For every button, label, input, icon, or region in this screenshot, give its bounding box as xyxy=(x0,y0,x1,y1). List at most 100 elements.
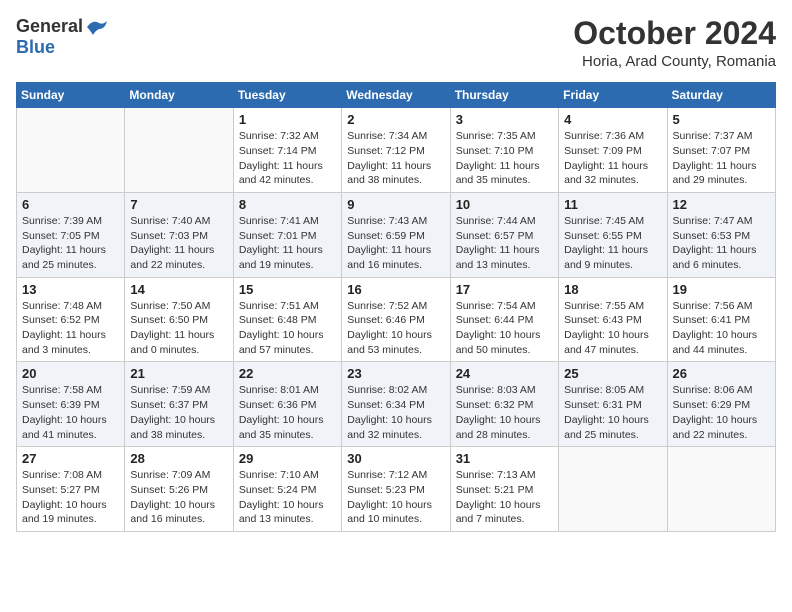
logo: General Blue xyxy=(16,16,109,58)
day-number: 1 xyxy=(239,112,336,127)
location-title: Horia, Arad County, Romania xyxy=(573,53,776,70)
day-info: Sunrise: 7:09 AMSunset: 5:26 PMDaylight:… xyxy=(130,468,227,527)
calendar-cell: 23Sunrise: 8:02 AMSunset: 6:34 PMDayligh… xyxy=(342,362,450,447)
day-info: Sunrise: 7:44 AMSunset: 6:57 PMDaylight:… xyxy=(456,214,553,273)
day-number: 3 xyxy=(456,112,553,127)
calendar-cell: 12Sunrise: 7:47 AMSunset: 6:53 PMDayligh… xyxy=(667,192,775,277)
calendar-cell: 4 Sunrise: 7:36 AMSunset: 7:09 PMDaylight… xyxy=(559,108,667,193)
calendar-cell: 2 Sunrise: 7:34 AMSunset: 7:12 PMDaylight… xyxy=(342,108,450,193)
day-number: 21 xyxy=(130,366,227,381)
column-header-saturday: Saturday xyxy=(667,83,775,108)
calendar-cell xyxy=(125,108,233,193)
day-number: 15 xyxy=(239,282,336,297)
calendar-cell: 29 Sunrise: 7:10 AMSunset: 5:24 PMDayligh… xyxy=(233,447,341,532)
calendar-table: SundayMondayTuesdayWednesdayThursdayFrid… xyxy=(16,82,776,532)
day-info: Sunrise: 8:01 AMSunset: 6:36 PMDaylight:… xyxy=(239,383,336,442)
calendar-cell: 17Sunrise: 7:54 AMSunset: 6:44 PMDayligh… xyxy=(450,277,558,362)
calendar-week-row: 27 Sunrise: 7:08 AMSunset: 5:27 PMDayligh… xyxy=(17,447,776,532)
day-info: Sunrise: 7:36 AMSunset: 7:09 PMDaylight:… xyxy=(564,129,661,188)
day-number: 26 xyxy=(673,366,770,381)
day-number: 19 xyxy=(673,282,770,297)
day-info: Sunrise: 7:43 AMSunset: 6:59 PMDaylight:… xyxy=(347,214,444,273)
day-info: Sunrise: 7:35 AMSunset: 7:10 PMDaylight:… xyxy=(456,129,553,188)
logo-blue-text: Blue xyxy=(16,37,55,58)
day-info: Sunrise: 7:32 AMSunset: 7:14 PMDaylight:… xyxy=(239,129,336,188)
day-info: Sunrise: 7:37 AMSunset: 7:07 PMDaylight:… xyxy=(673,129,770,188)
day-info: Sunrise: 7:58 AMSunset: 6:39 PMDaylight:… xyxy=(22,383,119,442)
day-number: 6 xyxy=(22,197,119,212)
day-number: 29 xyxy=(239,451,336,466)
calendar-cell: 13Sunrise: 7:48 AMSunset: 6:52 PMDayligh… xyxy=(17,277,125,362)
day-info: Sunrise: 8:05 AMSunset: 6:31 PMDaylight:… xyxy=(564,383,661,442)
calendar-cell: 10 Sunrise: 7:44 AMSunset: 6:57 PMDayligh… xyxy=(450,192,558,277)
calendar-cell: 27 Sunrise: 7:08 AMSunset: 5:27 PMDayligh… xyxy=(17,447,125,532)
calendar-cell: 3 Sunrise: 7:35 AMSunset: 7:10 PMDaylight… xyxy=(450,108,558,193)
day-info: Sunrise: 7:51 AMSunset: 6:48 PMDaylight:… xyxy=(239,299,336,358)
calendar-cell: 5 Sunrise: 7:37 AMSunset: 7:07 PMDaylight… xyxy=(667,108,775,193)
calendar-cell: 7 Sunrise: 7:40 AMSunset: 7:03 PMDaylight… xyxy=(125,192,233,277)
header: General Blue October 2024 Horia, Arad Co… xyxy=(16,16,776,70)
day-info: Sunrise: 7:12 AMSunset: 5:23 PMDaylight:… xyxy=(347,468,444,527)
day-number: 9 xyxy=(347,197,444,212)
day-number: 31 xyxy=(456,451,553,466)
day-info: Sunrise: 8:03 AMSunset: 6:32 PMDaylight:… xyxy=(456,383,553,442)
day-info: Sunrise: 7:59 AMSunset: 6:37 PMDaylight:… xyxy=(130,383,227,442)
day-number: 25 xyxy=(564,366,661,381)
calendar-cell: 15 Sunrise: 7:51 AMSunset: 6:48 PMDayligh… xyxy=(233,277,341,362)
calendar-cell: 20 Sunrise: 7:58 AMSunset: 6:39 PMDayligh… xyxy=(17,362,125,447)
calendar-cell: 16 Sunrise: 7:52 AMSunset: 6:46 PMDayligh… xyxy=(342,277,450,362)
logo-general-text: General xyxy=(16,16,83,37)
column-header-thursday: Thursday xyxy=(450,83,558,108)
month-title: October 2024 xyxy=(573,16,776,51)
calendar-week-row: 1 Sunrise: 7:32 AMSunset: 7:14 PMDaylight… xyxy=(17,108,776,193)
calendar-header-row: SundayMondayTuesdayWednesdayThursdayFrid… xyxy=(17,83,776,108)
calendar-cell: 1 Sunrise: 7:32 AMSunset: 7:14 PMDaylight… xyxy=(233,108,341,193)
calendar-cell: 25 Sunrise: 8:05 AMSunset: 6:31 PMDayligh… xyxy=(559,362,667,447)
day-number: 11 xyxy=(564,197,661,212)
logo-bird-icon xyxy=(85,17,109,37)
column-header-tuesday: Tuesday xyxy=(233,83,341,108)
day-number: 7 xyxy=(130,197,227,212)
day-number: 10 xyxy=(456,197,553,212)
day-info: Sunrise: 7:10 AMSunset: 5:24 PMDaylight:… xyxy=(239,468,336,527)
day-number: 24 xyxy=(456,366,553,381)
day-info: Sunrise: 7:34 AMSunset: 7:12 PMDaylight:… xyxy=(347,129,444,188)
day-number: 27 xyxy=(22,451,119,466)
day-number: 2 xyxy=(347,112,444,127)
calendar-cell xyxy=(559,447,667,532)
calendar-cell xyxy=(17,108,125,193)
day-number: 20 xyxy=(22,366,119,381)
calendar-cell xyxy=(667,447,775,532)
day-number: 28 xyxy=(130,451,227,466)
day-info: Sunrise: 7:45 AMSunset: 6:55 PMDaylight:… xyxy=(564,214,661,273)
day-info: Sunrise: 8:06 AMSunset: 6:29 PMDaylight:… xyxy=(673,383,770,442)
calendar-cell: 14Sunrise: 7:50 AMSunset: 6:50 PMDayligh… xyxy=(125,277,233,362)
day-info: Sunrise: 7:55 AMSunset: 6:43 PMDaylight:… xyxy=(564,299,661,358)
title-block: October 2024 Horia, Arad County, Romania xyxy=(573,16,776,70)
calendar-cell: 31Sunrise: 7:13 AMSunset: 5:21 PMDayligh… xyxy=(450,447,558,532)
calendar-cell: 19 Sunrise: 7:56 AMSunset: 6:41 PMDayligh… xyxy=(667,277,775,362)
day-info: Sunrise: 7:52 AMSunset: 6:46 PMDaylight:… xyxy=(347,299,444,358)
column-header-monday: Monday xyxy=(125,83,233,108)
day-info: Sunrise: 7:56 AMSunset: 6:41 PMDaylight:… xyxy=(673,299,770,358)
page: General Blue October 2024 Horia, Arad Co… xyxy=(0,0,792,612)
day-info: Sunrise: 7:47 AMSunset: 6:53 PMDaylight:… xyxy=(673,214,770,273)
calendar-cell: 8 Sunrise: 7:41 AMSunset: 7:01 PMDaylight… xyxy=(233,192,341,277)
calendar-cell: 21 Sunrise: 7:59 AMSunset: 6:37 PMDayligh… xyxy=(125,362,233,447)
day-number: 5 xyxy=(673,112,770,127)
day-info: Sunrise: 7:08 AMSunset: 5:27 PMDaylight:… xyxy=(22,468,119,527)
day-number: 23 xyxy=(347,366,444,381)
day-info: Sunrise: 7:40 AMSunset: 7:03 PMDaylight:… xyxy=(130,214,227,273)
calendar-cell: 26 Sunrise: 8:06 AMSunset: 6:29 PMDayligh… xyxy=(667,362,775,447)
day-number: 18 xyxy=(564,282,661,297)
calendar-cell: 18 Sunrise: 7:55 AMSunset: 6:43 PMDayligh… xyxy=(559,277,667,362)
day-number: 4 xyxy=(564,112,661,127)
day-number: 8 xyxy=(239,197,336,212)
calendar-week-row: 6Sunrise: 7:39 AMSunset: 7:05 PMDaylight… xyxy=(17,192,776,277)
day-number: 16 xyxy=(347,282,444,297)
day-info: Sunrise: 7:41 AMSunset: 7:01 PMDaylight:… xyxy=(239,214,336,273)
column-header-friday: Friday xyxy=(559,83,667,108)
day-number: 13 xyxy=(22,282,119,297)
day-number: 30 xyxy=(347,451,444,466)
calendar-cell: 28 Sunrise: 7:09 AMSunset: 5:26 PMDayligh… xyxy=(125,447,233,532)
